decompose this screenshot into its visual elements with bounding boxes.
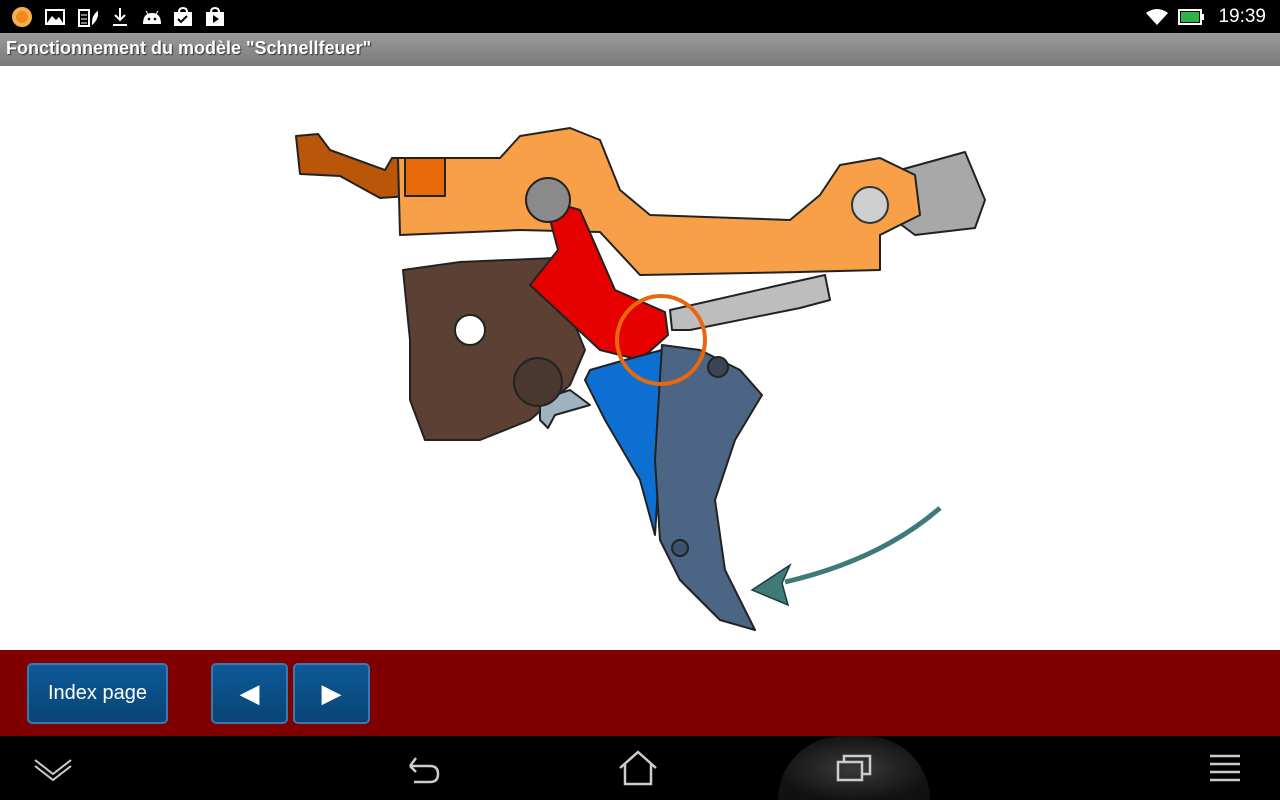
pin-right [852, 187, 888, 223]
previous-page-button[interactable]: ◀ [211, 663, 288, 724]
store-check-icon [173, 7, 193, 27]
bottom-toolbar: Index page ◀ ▶ [0, 650, 1280, 736]
motion-arrow [785, 508, 940, 582]
battery-saver-icon [78, 7, 98, 27]
index-page-button[interactable]: Index page [27, 663, 168, 724]
cut-off-text-line [0, 66, 1280, 70]
slate-trigger [655, 345, 762, 630]
hammer-pin [514, 358, 562, 406]
download-icon [110, 7, 130, 27]
hammer-pivot-hole [455, 315, 485, 345]
trigger-hole [672, 540, 688, 556]
next-page-button[interactable]: ▶ [293, 663, 370, 724]
orange-lever-tip [296, 134, 410, 198]
clock: 19:39 [1218, 6, 1266, 28]
back-icon[interactable] [400, 748, 444, 788]
play-store-icon [205, 7, 225, 27]
motion-arrowhead [752, 565, 790, 605]
menu-icon[interactable] [1204, 748, 1248, 788]
pivot-pin [526, 178, 570, 222]
recent-apps-icon[interactable] [832, 748, 876, 788]
home-icon[interactable] [616, 748, 660, 788]
content-area[interactable] [0, 66, 1280, 650]
keyboard-hide-icon[interactable] [31, 748, 75, 788]
trigger-pin [708, 357, 728, 377]
app-icon [12, 7, 32, 27]
gray-rod [670, 275, 830, 330]
blue-trigger-front [585, 350, 662, 535]
android-icon [141, 7, 161, 27]
wifi-icon [1145, 7, 1169, 27]
orange-block [405, 158, 445, 196]
battery-icon [1178, 7, 1206, 27]
gallery-icon [45, 7, 65, 27]
status-bar: 19:39 [0, 0, 1280, 33]
orange-sear-bar [398, 128, 920, 275]
navigation-bar [0, 736, 1280, 800]
page-title: Fonctionnement du modèle "Schnellfeuer" [0, 33, 1280, 66]
trigger-mechanism-illustration [0, 66, 1280, 650]
